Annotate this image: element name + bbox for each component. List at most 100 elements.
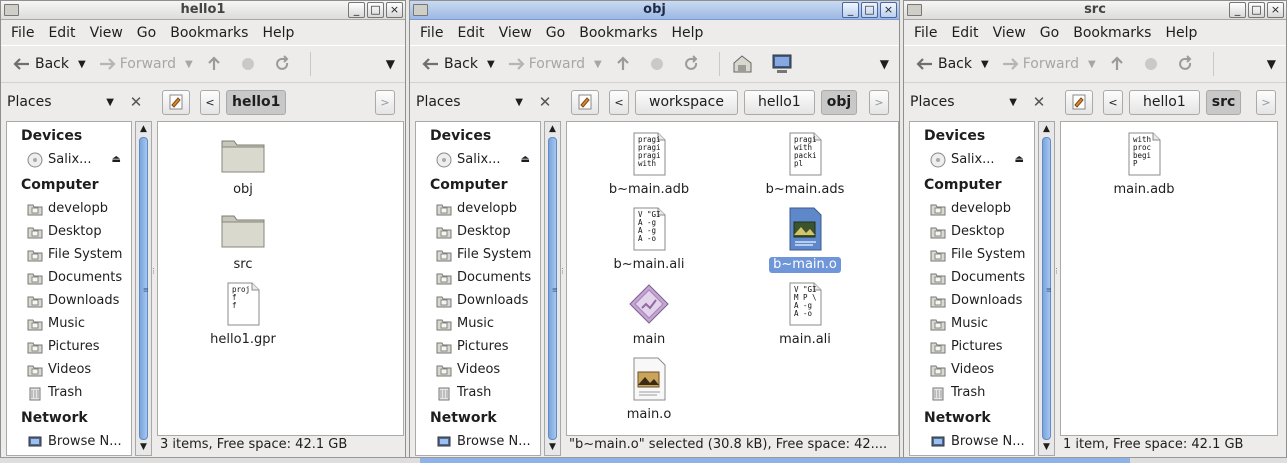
close-sidebar-icon[interactable]: ✕ [536, 93, 554, 111]
forward-button[interactable]: Forward ▼ [503, 49, 606, 79]
breadcrumb-hello1[interactable]: hello1 [1129, 89, 1200, 115]
menu-bookmarks[interactable]: Bookmarks [170, 25, 248, 41]
scroll-up-arrow[interactable]: ▲ [136, 122, 151, 137]
sidebar-item-developb[interactable]: developb [416, 197, 540, 220]
sidebar-item-pictures[interactable]: Pictures [7, 335, 131, 358]
menu-go[interactable]: Go [546, 25, 565, 41]
up-button[interactable] [1104, 49, 1134, 79]
pane-resize-handle[interactable]: ⋮ [150, 268, 157, 275]
sidebar-item-file-system[interactable]: File System [910, 243, 1034, 266]
sidebar-item-device[interactable]: Salix... ⏏ [7, 148, 131, 171]
sidebar-item-music[interactable]: Music [416, 312, 540, 335]
menu-bookmarks[interactable]: Bookmarks [579, 25, 657, 41]
toolbar-overflow-chevron-icon[interactable]: ▼ [386, 57, 395, 71]
menu-view[interactable]: View [993, 25, 1026, 41]
sidebar-item-developb[interactable]: developb [7, 197, 131, 220]
sidebar-item-pictures[interactable]: Pictures [416, 335, 540, 358]
file-icon[interactable]: src [188, 207, 298, 273]
edit-location-button[interactable] [571, 89, 599, 115]
back-button[interactable]: Back ▼ [912, 49, 993, 79]
maximize-button[interactable]: □ [861, 2, 878, 18]
forward-history-dropdown-icon[interactable]: ▼ [185, 59, 193, 70]
file-icon[interactable]: b~main.o [750, 207, 860, 273]
sidebar-item-trash[interactable]: Trash [416, 381, 540, 404]
places-selector[interactable]: Places ▼ [910, 94, 1030, 110]
breadcrumb-workspace[interactable]: workspace [635, 89, 738, 115]
sidebar-item-desktop[interactable]: Desktop [416, 220, 540, 243]
forward-history-dropdown-icon[interactable]: ▼ [594, 59, 602, 70]
menu-view[interactable]: View [90, 25, 123, 41]
up-button[interactable] [201, 49, 231, 79]
pane-resize-handle[interactable]: ⋮ [1053, 268, 1060, 275]
sidebar-item-videos[interactable]: Videos [416, 358, 540, 381]
close-button[interactable]: × [1267, 2, 1284, 18]
scroll-thumb[interactable]: ≡ [139, 137, 149, 440]
menu-edit[interactable]: Edit [48, 25, 75, 41]
sidebar-item-music[interactable]: Music [910, 312, 1034, 335]
forward-history-dropdown-icon[interactable]: ▼ [1088, 59, 1096, 70]
scroll-up-arrow[interactable]: ▲ [1039, 122, 1054, 137]
reload-button[interactable] [269, 49, 299, 79]
sidebar-item-downloads[interactable]: Downloads [7, 289, 131, 312]
breadcrumb-right-arrow-button[interactable]: > [869, 89, 889, 115]
places-selector[interactable]: Places ▼ [416, 94, 536, 110]
stop-button[interactable] [1138, 49, 1168, 79]
menu-edit[interactable]: Edit [951, 25, 978, 41]
close-sidebar-icon[interactable]: ✕ [1030, 93, 1048, 111]
file-icon[interactable]: main [594, 282, 704, 348]
computer-button[interactable] [766, 49, 802, 79]
menu-go[interactable]: Go [137, 25, 156, 41]
breadcrumb-right-arrow-button[interactable]: > [375, 89, 395, 115]
back-history-dropdown-icon[interactable]: ▼ [981, 59, 989, 70]
close-sidebar-icon[interactable]: ✕ [127, 93, 145, 111]
scroll-thumb[interactable]: ≡ [548, 137, 558, 440]
breadcrumb-obj[interactable]: obj [820, 89, 858, 115]
stop-button[interactable] [644, 49, 674, 79]
forward-button[interactable]: Forward ▼ [997, 49, 1100, 79]
edit-location-button[interactable] [1065, 89, 1093, 115]
breadcrumb-left-arrow-button[interactable]: < [200, 89, 220, 115]
toolbar-overflow-chevron-icon[interactable]: ▼ [1267, 57, 1276, 71]
sidebar-scrollbar[interactable]: ▲ ≡ ▼ [1038, 121, 1055, 456]
forward-button[interactable]: Forward ▼ [94, 49, 197, 79]
sidebar-item-trash[interactable]: Trash [910, 381, 1034, 404]
scroll-up-arrow[interactable]: ▲ [545, 122, 560, 137]
reload-button[interactable] [678, 49, 708, 79]
sidebar-item-videos[interactable]: Videos [910, 358, 1034, 381]
menu-help[interactable]: Help [262, 25, 294, 41]
menu-bookmarks[interactable]: Bookmarks [1073, 25, 1151, 41]
reload-button[interactable] [1172, 49, 1202, 79]
sidebar-item-device[interactable]: Salix... ⏏ [416, 148, 540, 171]
title-bar[interactable]: obj _ □ × [410, 1, 899, 20]
breadcrumb-src[interactable]: src [1205, 89, 1242, 115]
eject-icon[interactable]: ⏏ [112, 154, 121, 165]
sidebar-item-pictures[interactable]: Pictures [910, 335, 1034, 358]
file-icon[interactable]: pragi pragi pragi with b~main.adb [594, 132, 704, 198]
sidebar-item-desktop[interactable]: Desktop [910, 220, 1034, 243]
file-icon[interactable]: with proc begi P main.adb [1089, 132, 1199, 198]
scroll-down-arrow[interactable]: ▼ [1039, 440, 1054, 455]
maximize-button[interactable]: □ [1248, 2, 1265, 18]
minimize-button[interactable]: _ [1229, 2, 1246, 18]
sidebar-item-documents[interactable]: Documents [416, 266, 540, 289]
sidebar-item-browse-network[interactable]: Browse N... [7, 430, 131, 453]
sidebar-item-music[interactable]: Music [7, 312, 131, 335]
sidebar-item-browse-network[interactable]: Browse N... [416, 430, 540, 453]
scroll-down-arrow[interactable]: ▼ [545, 440, 560, 455]
sidebar-scrollbar[interactable]: ▲ ≡ ▼ [135, 121, 152, 456]
title-bar[interactable]: hello1 _ □ × [1, 1, 405, 20]
stop-button[interactable] [235, 49, 265, 79]
sidebar-item-browse-network[interactable]: Browse N... [910, 430, 1034, 453]
menu-help[interactable]: Help [1165, 25, 1197, 41]
sidebar-scrollbar[interactable]: ▲ ≡ ▼ [544, 121, 561, 456]
middle-window[interactable]: obj _ □ × File Edit View Go Bookmarks Help Back ▼ Fo… [409, 0, 900, 463]
file-icon[interactable]: main.o [594, 357, 704, 423]
back-button[interactable]: Back ▼ [9, 49, 90, 79]
sidebar-item-desktop[interactable]: Desktop [7, 220, 131, 243]
sidebar-item-developb[interactable]: developb [910, 197, 1034, 220]
sidebar-item-documents[interactable]: Documents [7, 266, 131, 289]
close-button[interactable]: × [880, 2, 897, 18]
up-button[interactable] [610, 49, 640, 79]
close-button[interactable]: × [386, 2, 403, 18]
sidebar-item-device[interactable]: Salix... ⏏ [910, 148, 1034, 171]
